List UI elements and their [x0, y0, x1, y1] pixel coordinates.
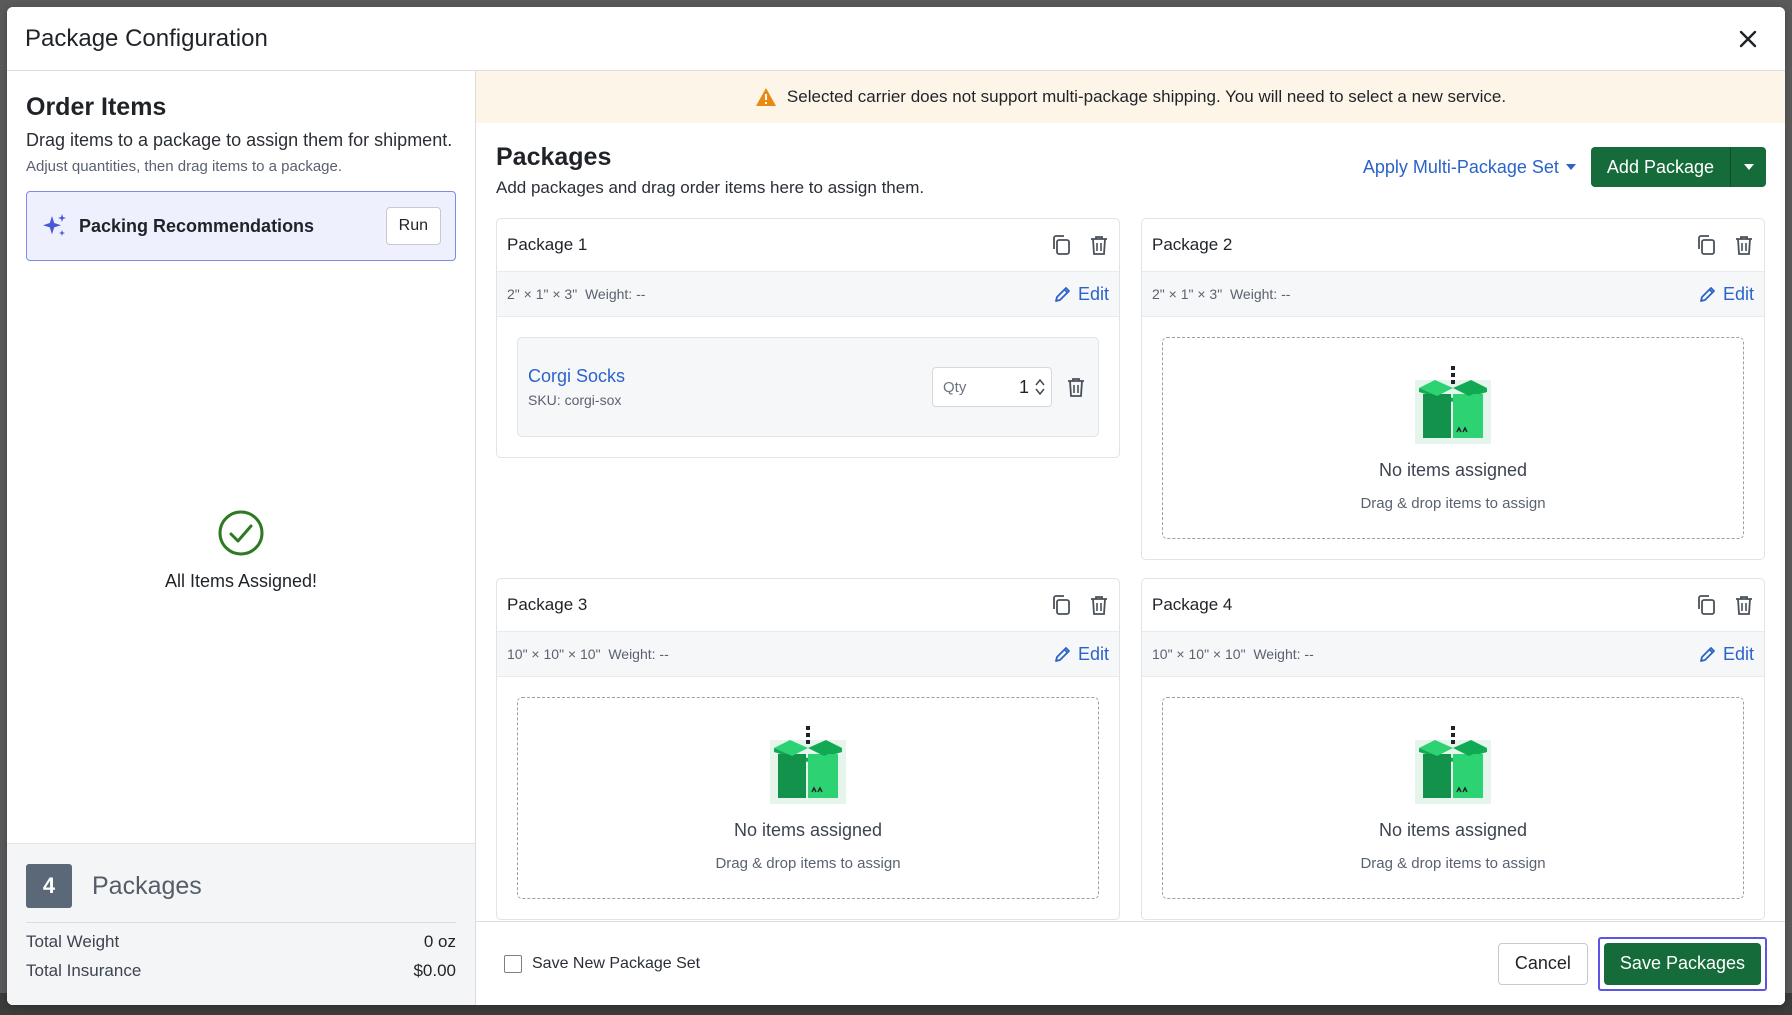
- increment-icon[interactable]: [1035, 379, 1045, 386]
- sparkle-icon: [43, 214, 66, 236]
- package-dimensions: 2" × 1" × 3" Weight: --: [1152, 286, 1291, 302]
- total-insurance-label: Total Insurance: [26, 961, 142, 980]
- decrement-icon[interactable]: [1035, 388, 1045, 395]
- checkbox-box[interactable]: [504, 954, 522, 973]
- copy-icon[interactable]: [1696, 234, 1716, 256]
- total-weight-value: 0 oz: [423, 932, 456, 951]
- edit-package-link[interactable]: Edit: [1054, 644, 1109, 665]
- modal-title: Package Configuration: [25, 24, 268, 52]
- carrier-warning-text: Selected carrier does not support multi-…: [786, 87, 1507, 106]
- apply-multi-package-set-dropdown[interactable]: Apply Multi-Package Set: [1363, 157, 1577, 178]
- empty-box-icon: [1415, 726, 1491, 804]
- order-items-hint: Adjust quantities, then drag items to a …: [26, 158, 343, 175]
- quantity-stepper[interactable]: Qty 1: [932, 367, 1052, 407]
- pencil-icon: [1055, 287, 1070, 302]
- trash-icon[interactable]: [1089, 234, 1109, 256]
- add-package-menu-button[interactable]: [1730, 147, 1766, 187]
- packages-scroll-area[interactable]: Packages Add packages and drag order ite…: [476, 123, 1785, 921]
- copy-icon[interactable]: [1051, 594, 1071, 616]
- copy-icon[interactable]: [1051, 234, 1071, 256]
- warning-icon: [755, 88, 776, 106]
- empty-title: No items assigned: [1378, 820, 1528, 840]
- packages-grid: Package 1 2" × 1" × 3" Weight: -- Edit C…: [496, 218, 1766, 920]
- pencil-icon: [1700, 647, 1715, 662]
- check-circle-icon: [218, 510, 264, 556]
- apply-multi-package-set-label: Apply Multi-Package Set: [1362, 156, 1559, 177]
- pencil-icon: [1700, 287, 1715, 302]
- save-button-focus-ring: Save Packages: [1597, 936, 1767, 991]
- packages-subtitle: Add packages and drag order items here t…: [496, 178, 925, 197]
- add-package-button[interactable]: Add Package: [1590, 147, 1730, 187]
- total-weight-label: Total Weight: [26, 932, 120, 951]
- package-configuration-modal: Package Configuration Order Items Drag i…: [7, 7, 1785, 1005]
- package-name: Package 2: [1152, 235, 1233, 254]
- empty-box-icon: [1415, 366, 1491, 444]
- trash-icon[interactable]: [1734, 594, 1754, 616]
- all-assigned-text: All Items Assigned!: [164, 571, 318, 591]
- caret-down-icon: [1743, 164, 1754, 170]
- packing-recommendations-card: Packing Recommendations Run: [26, 191, 456, 261]
- trash-icon[interactable]: [1066, 376, 1086, 398]
- empty-subtitle: Drag & drop items to assign: [1360, 495, 1546, 512]
- qty-value: 1: [1018, 376, 1029, 397]
- packages-title: Packages: [496, 143, 612, 171]
- package-card-2: Package 2 2" × 1" × 3" Weight: -- Edit N…: [1141, 218, 1765, 560]
- save-packages-button[interactable]: Save Packages: [1603, 942, 1761, 985]
- empty-title: No items assigned: [1378, 460, 1528, 480]
- package-card-4: Package 4 10" × 10" × 10" Weight: -- Edi…: [1141, 578, 1765, 920]
- package-dimensions: 10" × 10" × 10" Weight: --: [1152, 646, 1314, 662]
- edit-package-link[interactable]: Edit: [1699, 644, 1754, 665]
- package-count-badge: 4: [26, 864, 72, 908]
- empty-subtitle: Drag & drop items to assign: [1360, 855, 1546, 872]
- package-dimensions: 2" × 1" × 3" Weight: --: [507, 286, 646, 302]
- order-items-title: Order Items: [26, 93, 167, 121]
- packages-summary: 4 Packages Total Weight 0 oz Total Insur…: [7, 843, 475, 1005]
- pencil-icon: [1055, 647, 1070, 662]
- package-name: Package 4: [1152, 595, 1233, 614]
- edit-package-link[interactable]: Edit: [1699, 284, 1754, 305]
- order-item-card[interactable]: Corgi Socks SKU: corgi-sox Qty 1: [517, 337, 1099, 437]
- total-weight-row: Total Weight 0 oz: [26, 932, 456, 952]
- package-name: Package 1: [507, 235, 588, 254]
- add-package-split-button: Add Package: [1590, 147, 1766, 187]
- copy-icon[interactable]: [1696, 594, 1716, 616]
- package-card-3: Package 3 10" × 10" × 10" Weight: -- Edi…: [496, 578, 1120, 920]
- cancel-button[interactable]: Cancel: [1497, 942, 1588, 985]
- package-drop-zone[interactable]: No items assigned Drag & drop items to a…: [517, 697, 1099, 899]
- qty-label: Qty: [943, 378, 967, 396]
- total-insurance-row: Total Insurance $0.00: [26, 961, 456, 981]
- order-items-panel: Order Items Drag items to a package to a…: [7, 71, 476, 1005]
- run-recommendations-button[interactable]: Run: [385, 207, 441, 245]
- modal-footer: Save New Package Set Cancel Save Package…: [476, 921, 1785, 1005]
- package-dimensions: 10" × 10" × 10" Weight: --: [507, 646, 669, 662]
- empty-title: No items assigned: [733, 820, 883, 840]
- packages-panel: Selected carrier does not support multi-…: [476, 71, 1785, 1005]
- item-sku: SKU: corgi-sox: [528, 392, 622, 408]
- empty-subtitle: Drag & drop items to assign: [715, 855, 901, 872]
- save-package-set-checkbox[interactable]: Save New Package Set: [504, 954, 701, 973]
- all-assigned-state: All Items Assigned!: [7, 509, 475, 592]
- close-button[interactable]: [1731, 22, 1765, 56]
- trash-icon[interactable]: [1734, 234, 1754, 256]
- trash-icon[interactable]: [1089, 594, 1109, 616]
- package-drop-zone[interactable]: No items assigned Drag & drop items to a…: [1162, 337, 1744, 539]
- order-items-subtitle: Drag items to a package to assign them f…: [26, 130, 453, 150]
- modal-header: Package Configuration: [7, 7, 1785, 71]
- item-name-link[interactable]: Corgi Socks: [528, 366, 625, 387]
- carrier-warning-banner: Selected carrier does not support multi-…: [476, 71, 1785, 123]
- total-insurance-value: $0.00: [413, 961, 456, 980]
- package-name: Package 3: [507, 595, 588, 614]
- save-package-set-label: Save New Package Set: [532, 954, 701, 972]
- package-card-1: Package 1 2" × 1" × 3" Weight: -- Edit C…: [496, 218, 1120, 458]
- package-drop-zone[interactable]: No items assigned Drag & drop items to a…: [1162, 697, 1744, 899]
- empty-box-icon: [770, 726, 846, 804]
- packing-recommendations-label: Packing Recommendations: [79, 215, 315, 236]
- package-count-label: Packages: [92, 871, 202, 900]
- close-icon: [1739, 30, 1757, 47]
- caret-down-icon: [1565, 164, 1576, 170]
- edit-package-link[interactable]: Edit: [1054, 284, 1109, 305]
